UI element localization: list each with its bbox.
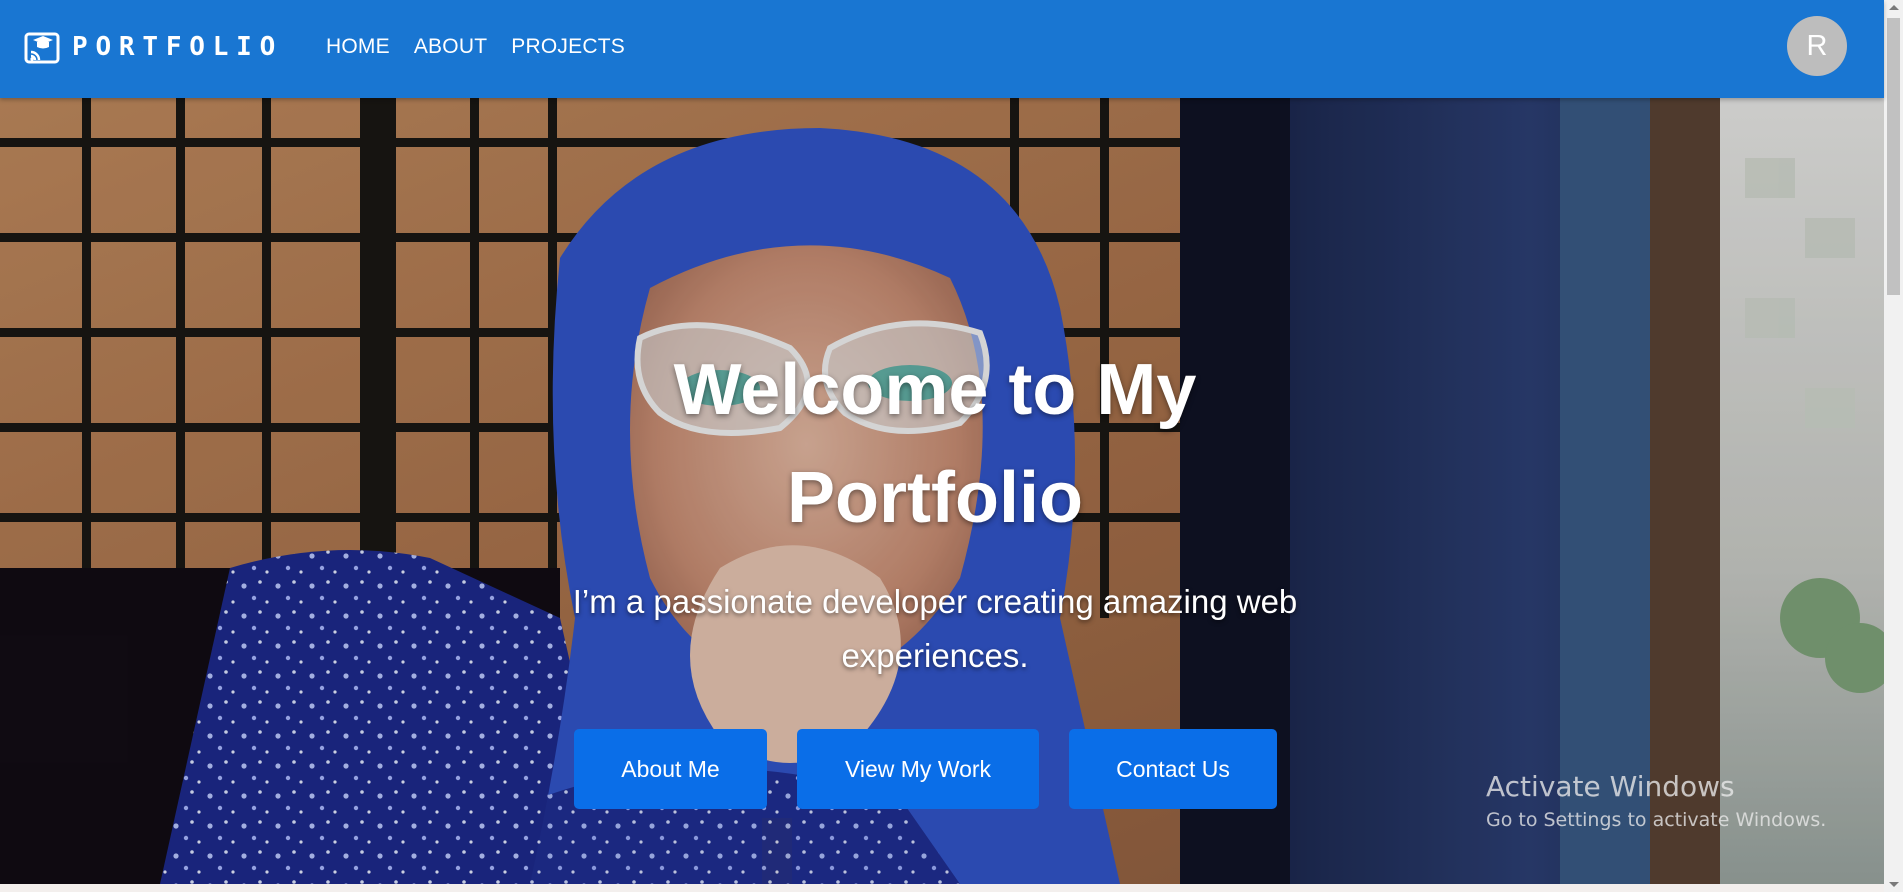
hero-subtitle: I’m a passionate developer creating amaz… [572, 583, 1298, 674]
main-nav: HOME ABOUT PROJECTS [314, 28, 637, 66]
brand-name: PORTFOLIO [72, 32, 284, 62]
vertical-scrollbar[interactable] [1884, 0, 1903, 892]
nav-home-link[interactable]: HOME [314, 28, 402, 66]
scroll-up-arrow-icon[interactable] [1889, 5, 1899, 10]
page-bottom-edge [0, 884, 1884, 892]
contact-us-button[interactable]: Contact Us [1069, 729, 1277, 809]
brand[interactable]: PORTFOLIO [24, 30, 283, 64]
app-bar: PORTFOLIO HOME ABOUT PROJECTS R [0, 0, 1884, 98]
hero-section: Welcome to My Portfolio I’m a passionate… [0, 98, 1884, 884]
web-book-icon [24, 32, 60, 64]
about-me-button[interactable]: About Me [574, 729, 767, 809]
nav-projects-link[interactable]: PROJECTS [499, 28, 637, 66]
hero-actions: About Me View My Work Contact Us [0, 729, 1884, 809]
scrollbar-thumb[interactable] [1887, 18, 1900, 295]
user-avatar[interactable]: R [1787, 16, 1847, 76]
scroll-down-arrow-icon[interactable] [1889, 882, 1899, 887]
hero-title: Welcome to My Portfolio [673, 350, 1197, 538]
nav-about-link[interactable]: ABOUT [402, 28, 499, 66]
view-my-work-button[interactable]: View My Work [797, 729, 1039, 809]
hero-content: Welcome to My Portfolio I’m a passionate… [0, 98, 1884, 884]
